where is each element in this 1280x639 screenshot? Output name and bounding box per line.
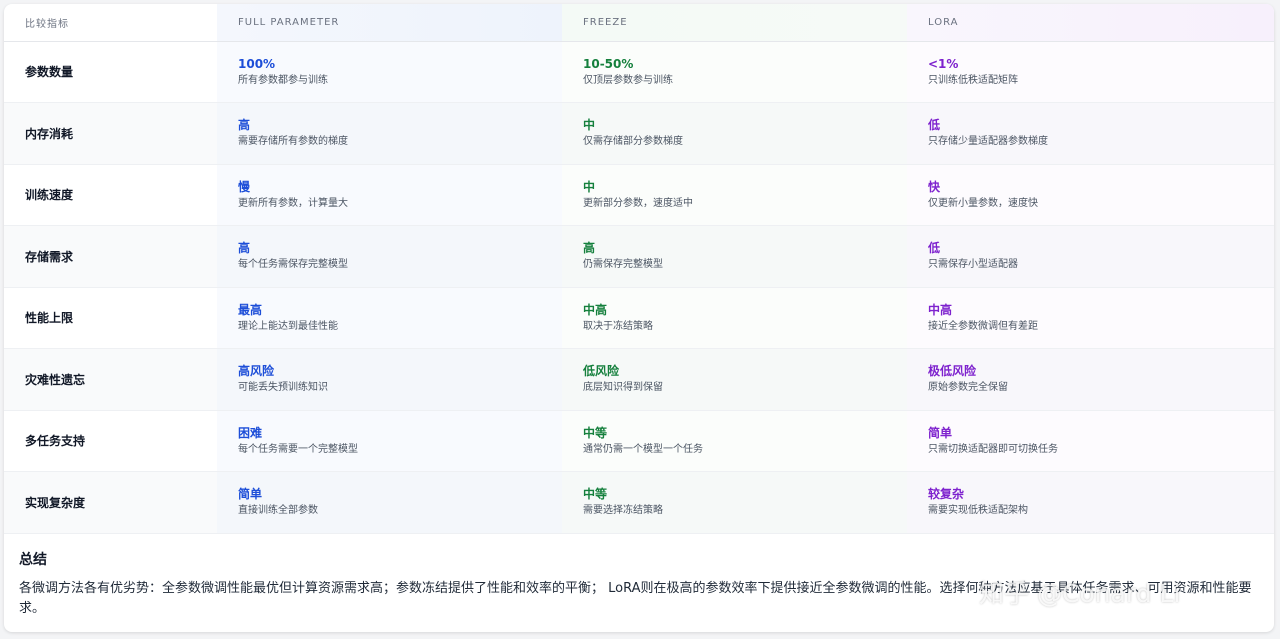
freeze-cell: 中仅需存储部分参数梯度	[562, 102, 907, 165]
header-full-parameter: FULL PARAMETER	[217, 4, 562, 42]
table-row: 内存消耗高需要存储所有参数的梯度中仅需存储部分参数梯度低只存储少量适配器参数梯度	[4, 102, 1274, 165]
full-parameter-cell: 慢更新所有参数，计算量大	[217, 164, 562, 226]
full-parameter-cell: 最高理论上能达到最佳性能	[217, 287, 562, 349]
full-parameter-description: 理论上能达到最佳性能	[238, 320, 338, 332]
freeze-value: 中	[583, 118, 596, 133]
full-parameter-value: 高	[238, 241, 251, 256]
lora-value: 简单	[928, 425, 953, 440]
freeze-value: 中等	[583, 425, 608, 440]
lora-value: 较复杂	[928, 487, 965, 502]
lora-value: <1%	[928, 56, 959, 71]
lora-value: 极低风险	[928, 364, 977, 379]
table-row: 性能上限 最高 理论上能达到最佳性能 中高 取决于冻结策略 中高 接近全参数微调但有差距	[4, 287, 1274, 349]
header-freeze: FREEZE	[562, 4, 907, 42]
freeze-description: 仅需存储部分参数梯度	[583, 136, 683, 148]
lora-cell: 中高接近全参数微调但有差距	[907, 287, 1274, 349]
freeze-cell: 中等需要选择冻结策略	[562, 471, 907, 534]
lora-description: 只需切换适配器即可切换任务	[928, 443, 1058, 455]
lora-description: 只存储少量适配器参数梯度	[928, 136, 1048, 148]
full-parameter-cell: 100% 所有参数都参与训练	[217, 41, 562, 103]
freeze-description: 通常仍需一个模型一个任务	[583, 443, 703, 455]
freeze-value: 中等	[583, 487, 608, 502]
freeze-value: 低风险	[583, 364, 620, 379]
full-parameter-description: 更新所有参数，计算量大	[238, 197, 348, 209]
freeze-description: 仍需保存完整模型	[583, 259, 663, 271]
lora-value: 低	[928, 241, 941, 256]
freeze-cell: 中更新部分参数，速度适中	[562, 164, 907, 226]
lora-description: 仅更新小量参数，速度快	[928, 197, 1038, 209]
full-parameter-value: 简单	[238, 487, 263, 502]
freeze-description: 需要选择冻结策略	[583, 505, 663, 517]
metric-label: 灾难性遗忘	[4, 348, 217, 411]
table-row: 参数数量 100% 所有参数都参与训练 10-50% 仅顶层参数参与训练 <1% 只训练低秩…	[4, 41, 1274, 103]
lora-value: 低	[928, 118, 941, 133]
metric-label: 训练速度	[4, 164, 217, 226]
freeze-value: 高	[583, 241, 596, 256]
freeze-cell: 高仍需保存完整模型	[562, 225, 907, 288]
metric-label: 内存消耗	[4, 102, 217, 165]
full-parameter-description: 每个任务需要一个完整模型	[238, 443, 358, 455]
lora-description: 只训练低秩适配矩阵	[928, 74, 1018, 86]
full-parameter-description: 直接训练全部参数	[238, 505, 318, 517]
freeze-cell: 10-50% 仅顶层参数参与训练	[562, 41, 907, 103]
full-parameter-value: 高	[238, 118, 251, 133]
full-parameter-value: 困难	[238, 425, 263, 440]
header-lora: LORA	[907, 4, 1274, 42]
table-row: 多任务支持 困难 每个任务需要一个完整模型 中等 通常仍需一个模型一个任务 简单 只需切换适…	[4, 410, 1274, 472]
lora-description: 只需保存小型适配器	[928, 259, 1018, 271]
header-metric: 比较指标	[4, 4, 217, 42]
freeze-value: 中	[583, 179, 596, 194]
full-parameter-cell: 高风险可能丢失预训练知识	[217, 348, 562, 411]
full-parameter-value: 慢	[238, 179, 251, 194]
full-parameter-value: 100%	[238, 56, 276, 71]
freeze-value: 中高	[583, 302, 608, 317]
full-parameter-description: 可能丢失预训练知识	[238, 382, 328, 394]
table-row: 灾难性遗忘 高风险 可能丢失预训练知识 低风险 底层知识得到保留 极低风险 原始参数完全保留	[4, 348, 1274, 411]
full-parameter-cell: 高每个任务需保存完整模型	[217, 225, 562, 288]
full-parameter-cell: 简单直接训练全部参数	[217, 471, 562, 534]
freeze-description: 底层知识得到保留	[583, 382, 663, 394]
comparison-card: 比较指标 FULL PARAMETER FREEZE LORA 参数数量 100%…	[4, 4, 1274, 632]
lora-cell: 快仅更新小量参数，速度快	[907, 164, 1274, 226]
comparison-table: 比较指标 FULL PARAMETER FREEZE LORA 参数数量 100%…	[4, 4, 1274, 534]
table-row: 训练速度慢更新所有参数，计算量大中更新部分参数，速度适中快仅更新小量参数，速度快	[4, 164, 1274, 226]
lora-cell: 简单只需切换适配器即可切换任务	[907, 410, 1274, 472]
lora-cell: 较复杂需要实现低秩适配架构	[907, 471, 1274, 534]
lora-cell: 低只需保存小型适配器	[907, 225, 1274, 288]
metric-label: 性能上限	[4, 287, 217, 349]
freeze-description: 仅顶层参数参与训练	[583, 74, 673, 86]
freeze-cell: 中等通常仍需一个模型一个任务	[562, 410, 907, 472]
lora-value: 快	[928, 179, 941, 194]
table-body: 参数数量 100% 所有参数都参与训练 10-50% 仅顶层参数参与训练 <1% 只训练低秩…	[4, 41, 1274, 534]
lora-cell: 低只存储少量适配器参数梯度	[907, 102, 1274, 165]
lora-cell: 极低风险原始参数完全保留	[907, 348, 1274, 411]
full-parameter-cell: 高需要存储所有参数的梯度	[217, 102, 562, 165]
full-parameter-description: 需要存储所有参数的梯度	[238, 136, 348, 148]
lora-cell: <1% 只训练低秩适配矩阵	[907, 41, 1274, 103]
lora-description: 接近全参数微调但有差距	[928, 320, 1038, 332]
watermark: 知乎 @Conard Li	[979, 579, 1181, 608]
metric-label: 存储需求	[4, 225, 217, 288]
full-parameter-description: 所有参数都参与训练	[238, 74, 328, 86]
lora-value: 中高	[928, 302, 953, 317]
metric-label: 参数数量	[4, 41, 217, 103]
table-row: 存储需求高每个任务需保存完整模型高仍需保存完整模型低只需保存小型适配器	[4, 225, 1274, 288]
freeze-value: 10-50%	[583, 56, 634, 71]
lora-description: 原始参数完全保留	[928, 382, 1008, 394]
full-parameter-value: 最高	[238, 302, 263, 317]
metric-label: 多任务支持	[4, 410, 217, 472]
full-parameter-value: 高风险	[238, 364, 275, 379]
freeze-description: 取决于冻结策略	[583, 320, 653, 332]
freeze-description: 更新部分参数，速度适中	[583, 197, 693, 209]
summary-title: 总结	[19, 552, 47, 568]
full-parameter-description: 每个任务需保存完整模型	[238, 259, 348, 271]
table-header-row: 比较指标 FULL PARAMETER FREEZE LORA	[4, 4, 1274, 42]
full-parameter-cell: 困难每个任务需要一个完整模型	[217, 410, 562, 472]
table-row: 实现复杂度 简单 直接训练全部参数 中等 需要选择冻结策略 较复杂 需要实现低秩适配架构	[4, 471, 1274, 534]
lora-description: 需要实现低秩适配架构	[928, 505, 1028, 517]
freeze-cell: 低风险底层知识得到保留	[562, 348, 907, 411]
metric-label: 实现复杂度	[4, 471, 217, 534]
freeze-cell: 中高 取决于冻结策略	[562, 287, 907, 349]
